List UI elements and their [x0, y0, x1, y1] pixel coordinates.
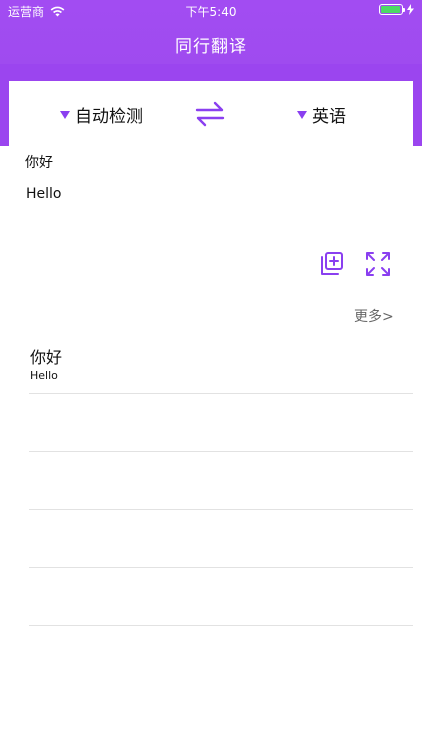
source-language-selector[interactable]: 自动检测 [60, 102, 143, 127]
status-time: 下午5:40 [185, 5, 237, 19]
charging-bolt-icon [407, 4, 414, 15]
history-list: 你好 Hello [29, 336, 413, 626]
history-item[interactable]: 你好 Hello [29, 336, 413, 394]
history-item[interactable] [29, 394, 413, 452]
copy-add-icon[interactable] [317, 250, 345, 278]
history-target-text: Hello [30, 369, 58, 382]
target-language-label: 英语 [312, 107, 346, 127]
source-text[interactable]: 你好 [25, 152, 53, 172]
history-item[interactable] [29, 568, 413, 626]
history-source-text: 你好 [30, 348, 63, 367]
language-selector-bar: 自动检测 英语 [9, 81, 413, 146]
fullscreen-icon[interactable] [364, 250, 392, 278]
history-item[interactable] [29, 510, 413, 568]
battery-icon [379, 4, 405, 15]
dropdown-triangle-icon [297, 110, 307, 119]
source-language-label: 自动检测 [75, 107, 143, 127]
status-bar: 运营商 下午5:40 [0, 0, 422, 22]
battery-fill [381, 6, 401, 13]
swap-languages-icon[interactable] [195, 99, 225, 129]
history-item[interactable] [29, 452, 413, 510]
translated-text: Hello [26, 186, 62, 202]
target-language-selector[interactable]: 英语 [297, 102, 346, 127]
more-link[interactable]: 更多> [354, 306, 394, 326]
page-title: 同行翻译 [175, 37, 247, 57]
dropdown-triangle-icon [60, 110, 70, 119]
top-bar: 运营商 下午5:40 同行翻译 [0, 0, 422, 64]
status-right [379, 4, 414, 15]
